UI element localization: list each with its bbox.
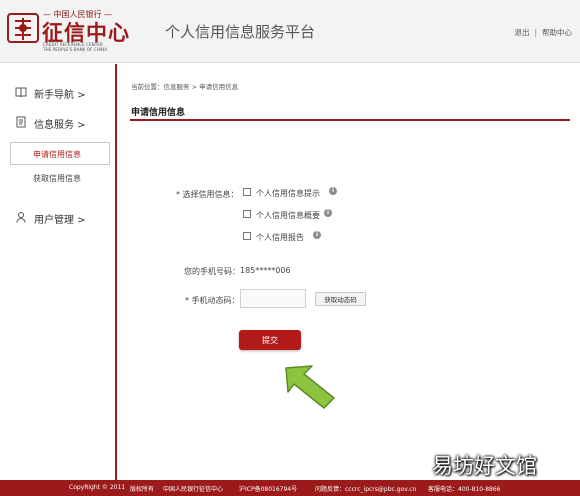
info-icon[interactable]: i (329, 187, 337, 195)
get-sms-code-button[interactable]: 获取动态码 (315, 292, 366, 306)
sidebar-item-guide-label: 新手导航 > (34, 90, 86, 101)
help-center-link[interactable]: 帮助中心 (542, 27, 572, 38)
arrow-pointer-icon (285, 365, 335, 409)
seal-icon (7, 13, 39, 43)
footer-rights: 版权所有 (130, 486, 155, 493)
info-icon[interactable]: i (313, 231, 321, 239)
top-link-separator: | (534, 28, 537, 37)
breadcrumb: 当前位置：信息服务 > 申请信用信息 (131, 83, 239, 91)
sms-code-label: * 手机动态码： (185, 296, 240, 305)
header: — 中国人民银行 — 征信中心 CREDIT REFERENCE CENTER … (0, 0, 580, 63)
checkbox-credit-info-hint[interactable] (243, 188, 251, 196)
sms-code-input[interactable] (240, 289, 306, 308)
sidebar-item-info-service-label: 信息服务 > (34, 120, 86, 131)
footer-feedback: 问题反馈：cccrc_ipcrs@pbc.gov.cn (315, 486, 417, 493)
top-links: 退出 | 帮助中心 (514, 27, 572, 38)
option-credit-report-label: 个人信用报告 (256, 233, 304, 242)
sidebar: 新手导航 > 信息服务 > 申请信用信息 获取信用信息 用户管理 > (0, 64, 117, 480)
checkbox-credit-info-summary[interactable] (243, 210, 251, 218)
option-credit-info-summary-label: 个人信用信息概要 (256, 211, 320, 220)
phone-value: 185*****006 (240, 266, 291, 275)
info-icon[interactable]: i (324, 209, 332, 217)
footer: CopyRight © 2011 版权所有 中国人民银行征信中心 沪ICP备08… (0, 480, 580, 496)
checkbox-credit-report[interactable] (243, 232, 251, 240)
book-icon (15, 87, 27, 98)
credit-center-logo: — 中国人民银行 — 征信中心 CREDIT REFERENCE CENTER … (7, 8, 147, 54)
document-icon (16, 116, 26, 128)
sidebar-subitem-apply-credit[interactable]: 申请信用信息 (10, 142, 110, 165)
watermark: 易坊好文馆 (432, 454, 537, 478)
option-credit-info-hint-label: 个人信用信息提示 (256, 189, 320, 198)
submit-button[interactable]: 提交 (239, 330, 301, 350)
phone-label: 您的手机号码： (184, 267, 240, 276)
sidebar-subitem-get-credit[interactable]: 获取信用信息 (33, 173, 81, 184)
footer-icp: 沪ICP备08016794号 (239, 486, 298, 493)
footer-hotline: 客服电话：400-810-8866 (428, 486, 501, 493)
section-title: 申请信用信息 (131, 108, 186, 118)
user-icon (16, 212, 26, 223)
sidebar-item-user-management-label: 用户管理 > (34, 215, 86, 226)
select-credit-info-label: * 选择信用信息： (176, 190, 239, 199)
section-divider (130, 119, 570, 121)
footer-org: 中国人民银行征信中心 (163, 486, 224, 493)
footer-copyright: CopyRight © 2011 (69, 484, 126, 491)
sidebar-subitem-apply-credit-label: 申请信用信息 (33, 150, 81, 159)
platform-title: 个人信用信息服务平台 (165, 23, 316, 41)
logo-english-line2: THE PEOPLE'S BANK OF CHINA (43, 47, 108, 52)
logout-link[interactable]: 退出 (514, 27, 529, 38)
